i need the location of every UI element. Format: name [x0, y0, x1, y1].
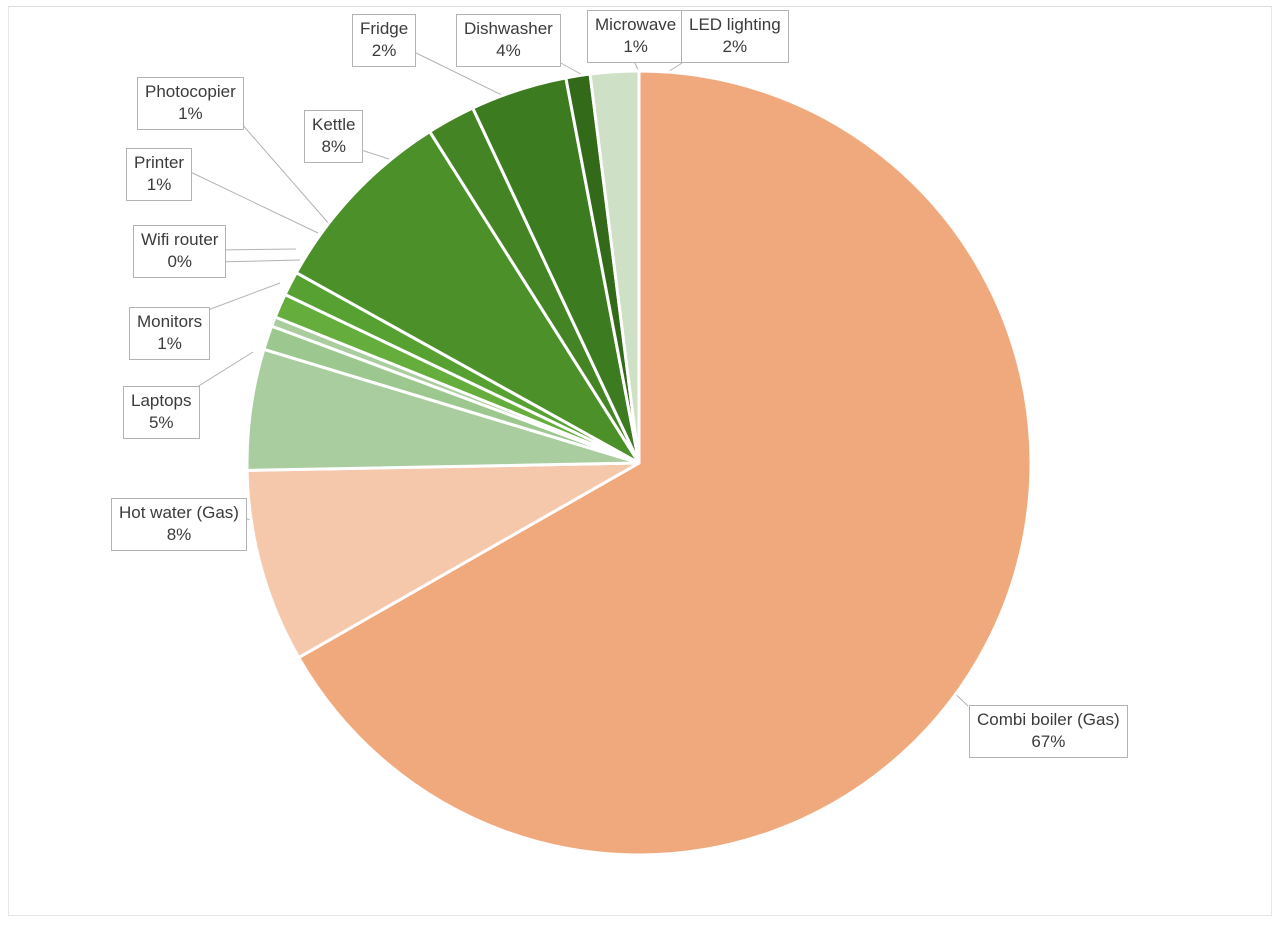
pie-chart-container: Combi boiler (Gas) 67% Hot water (Gas) 8…: [0, 0, 1280, 930]
data-label-laptops: Laptops 5%: [123, 386, 200, 439]
data-label-combi-boiler-percent: 67%: [1031, 732, 1066, 751]
data-label-printer-category: Printer: [134, 153, 185, 172]
pie-slices-group: [245, 69, 1033, 857]
data-label-printer-percent: 1%: [146, 175, 172, 194]
data-label-microwave: Microwave 1%: [587, 10, 685, 63]
data-label-printer: Printer 1%: [126, 148, 193, 201]
data-label-microwave-percent: 1%: [623, 37, 648, 56]
pie-chart-graphic: [179, 46, 1033, 857]
data-label-photocopier-percent: 1%: [178, 104, 203, 123]
data-label-photocopier: Photocopier 1%: [137, 77, 244, 130]
data-label-photocopier-category: Photocopier: [145, 82, 236, 101]
data-label-laptops-percent: 5%: [148, 413, 174, 432]
data-label-led-lighting: LED lighting 2%: [681, 10, 789, 63]
data-label-microwave-category: Microwave: [595, 15, 677, 34]
data-label-monitors-percent: 1%: [157, 334, 182, 353]
data-label-wifi-router-category: Wifi router: [141, 230, 219, 249]
data-label-hot-water: Hot water (Gas) 8%: [111, 498, 247, 551]
leader-line-printer: [179, 166, 319, 234]
data-label-kettle-percent: 8%: [321, 137, 347, 156]
data-label-hot-water-percent: 8%: [166, 525, 192, 544]
data-label-combi-boiler-category: Combi boiler (Gas): [977, 710, 1120, 729]
leader-line-monitors: [199, 282, 281, 314]
data-label-led-lighting-percent: 2%: [722, 37, 748, 56]
data-label-fridge-percent: 2%: [371, 41, 397, 60]
data-label-dishwasher: Dishwasher 4%: [456, 14, 561, 67]
leader-line-wifi-router-2: [215, 248, 297, 251]
data-label-monitors: Monitors 1%: [129, 307, 211, 360]
data-label-dishwasher-percent: 4%: [496, 41, 521, 60]
data-label-kettle-category: Kettle: [312, 115, 356, 134]
data-label-led-lighting-category: LED lighting: [689, 15, 781, 34]
data-label-laptops-category: Laptops: [131, 391, 192, 410]
data-label-fridge: Fridge 2%: [352, 14, 417, 67]
data-label-wifi-router: Wifi router 0%: [133, 225, 227, 278]
leader-line-wifi-router: [215, 259, 301, 263]
data-label-fridge-category: Fridge: [360, 19, 409, 38]
data-label-dishwasher-category: Dishwasher: [464, 19, 553, 38]
data-label-wifi-router-percent: 0%: [167, 252, 193, 271]
data-label-hot-water-category: Hot water (Gas): [119, 503, 239, 522]
data-label-kettle: Kettle 8%: [304, 110, 364, 163]
data-label-monitors-category: Monitors: [137, 312, 203, 331]
data-label-combi-boiler: Combi boiler (Gas) 67%: [969, 705, 1128, 758]
